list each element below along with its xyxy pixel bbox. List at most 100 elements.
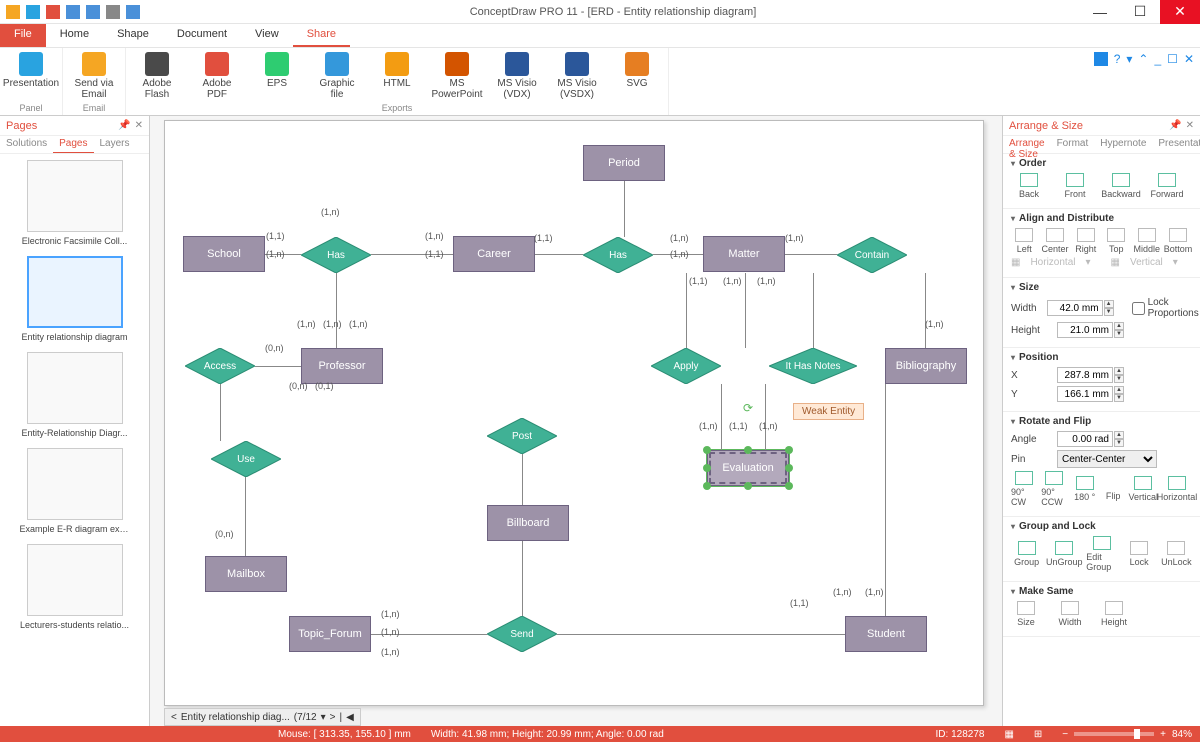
entity-period[interactable]: Period bbox=[583, 145, 665, 181]
zoom-out-icon[interactable]: − bbox=[1062, 729, 1068, 740]
zoom-in-icon[interactable]: + bbox=[1160, 729, 1166, 740]
entity-bibliography[interactable]: Bibliography bbox=[885, 348, 967, 384]
align-bottom-button[interactable]: Bottom bbox=[1164, 228, 1192, 254]
width-input[interactable] bbox=[1047, 300, 1103, 316]
distribute-horizontal[interactable]: Horizontal bbox=[1030, 257, 1075, 268]
align-right-button[interactable]: Right bbox=[1073, 228, 1099, 254]
lock-proportions-checkbox[interactable]: Lock Proportions bbox=[1132, 297, 1199, 319]
entity-evaluation[interactable]: Evaluation bbox=[707, 450, 789, 486]
ribbon-min-icon[interactable]: _ bbox=[1154, 52, 1161, 66]
section-title-rotate[interactable]: Rotate and Flip bbox=[1011, 416, 1192, 427]
ribbon-close-icon[interactable]: ✕ bbox=[1184, 52, 1194, 66]
rel-has1[interactable]: Has bbox=[301, 237, 371, 273]
tab-next-icon[interactable]: > bbox=[330, 712, 336, 723]
entity-billboard[interactable]: Billboard bbox=[487, 505, 569, 541]
edit-group-button[interactable]: Edit Group bbox=[1086, 536, 1117, 572]
maximize-button[interactable]: ☐ bbox=[1120, 0, 1160, 24]
unlock-button[interactable]: UnLock bbox=[1161, 541, 1192, 567]
tab-file[interactable]: File bbox=[0, 24, 46, 47]
align-center-button[interactable]: Center bbox=[1041, 228, 1068, 254]
panel-close-icon[interactable]: ✕ bbox=[135, 120, 143, 131]
panel-close-icon[interactable]: ✕ bbox=[1186, 120, 1194, 131]
section-title-size[interactable]: Size bbox=[1011, 282, 1192, 293]
pin-select[interactable]: Center-Center bbox=[1057, 450, 1157, 468]
order-front-button[interactable]: Front bbox=[1057, 173, 1093, 199]
order-back-button[interactable]: Back bbox=[1011, 173, 1047, 199]
zoom-control[interactable]: − + 84% bbox=[1062, 729, 1192, 740]
page-thumb-1[interactable]: Entity relationship diagram bbox=[27, 256, 123, 342]
page-thumbnails[interactable]: Electronic Facsimile Coll... Entity rela… bbox=[0, 154, 149, 726]
ribbon-dropdown-icon[interactable]: ▾ bbox=[1126, 52, 1132, 66]
section-title-make-same[interactable]: Make Same bbox=[1011, 586, 1192, 597]
close-button[interactable]: ✕ bbox=[1160, 0, 1200, 24]
spin-down-icon[interactable]: ▼ bbox=[1104, 308, 1114, 316]
order-backward-button[interactable]: Backward bbox=[1103, 173, 1139, 199]
canvas-tab-name[interactable]: Entity relationship diag... bbox=[181, 712, 290, 723]
subtab-layers[interactable]: Layers bbox=[94, 136, 136, 153]
align-left-button[interactable]: Left bbox=[1011, 228, 1037, 254]
flip-horizontal-button[interactable]: Horizontal bbox=[1162, 476, 1192, 502]
help-icon[interactable]: ? bbox=[1114, 52, 1121, 66]
scroll-left-icon[interactable]: ◀ bbox=[346, 712, 354, 723]
order-forward-button[interactable]: Forward bbox=[1149, 173, 1185, 199]
align-middle-button[interactable]: Middle bbox=[1133, 228, 1160, 254]
ribbon-collapse-icon[interactable]: ⌃ bbox=[1138, 52, 1148, 66]
subtab-format[interactable]: Format bbox=[1051, 136, 1095, 153]
export-flash-button[interactable]: Adobe Flash bbox=[132, 50, 182, 103]
rel-use[interactable]: Use bbox=[211, 441, 281, 477]
section-title-align[interactable]: Align and Distribute bbox=[1011, 213, 1192, 224]
status-grid-icon[interactable]: ⊞ bbox=[1034, 729, 1042, 740]
rel-contain[interactable]: Contain bbox=[837, 237, 907, 273]
rotate-90cw-button[interactable]: 90° CW bbox=[1011, 471, 1037, 507]
qat-search-icon[interactable] bbox=[126, 5, 140, 19]
make-same-width-button[interactable]: Width bbox=[1055, 601, 1085, 627]
height-input[interactable] bbox=[1057, 322, 1113, 338]
tab-prev-icon[interactable]: < bbox=[171, 712, 177, 723]
subtab-pages[interactable]: Pages bbox=[53, 136, 93, 153]
group-button[interactable]: Group bbox=[1011, 541, 1042, 567]
rotate-90ccw-button[interactable]: 90° CCW bbox=[1041, 471, 1067, 507]
section-title-position[interactable]: Position bbox=[1011, 352, 1192, 363]
export-pdf-button[interactable]: Adobe PDF bbox=[192, 50, 242, 103]
entity-school[interactable]: School bbox=[183, 236, 265, 272]
tab-dropdown-icon[interactable]: ▾ bbox=[321, 712, 326, 723]
ribbon-max-icon[interactable]: ☐ bbox=[1167, 52, 1178, 66]
qat-print-icon[interactable] bbox=[106, 5, 120, 19]
page-thumb-0[interactable]: Electronic Facsimile Coll... bbox=[27, 160, 123, 246]
tab-shape[interactable]: Shape bbox=[103, 24, 163, 47]
export-ppt-button[interactable]: MS PowerPoint bbox=[432, 50, 482, 103]
qat-redo-icon[interactable] bbox=[86, 5, 100, 19]
section-title-order[interactable]: Order bbox=[1011, 158, 1192, 169]
rel-send[interactable]: Send bbox=[487, 616, 557, 652]
section-title-group[interactable]: Group and Lock bbox=[1011, 521, 1192, 532]
entity-topic-forum[interactable]: Topic_Forum bbox=[289, 616, 371, 652]
ribbon-app-icon[interactable] bbox=[1094, 52, 1108, 66]
canvas-wrap[interactable]: Period School Career Matter Has Has Cont… bbox=[150, 116, 1002, 726]
align-top-button[interactable]: Top bbox=[1103, 228, 1129, 254]
ungroup-button[interactable]: UnGroup bbox=[1048, 541, 1080, 567]
minimize-button[interactable]: — bbox=[1080, 0, 1120, 24]
subtab-presentation[interactable]: Presentation bbox=[1152, 136, 1200, 153]
x-input[interactable] bbox=[1057, 367, 1113, 383]
tab-share[interactable]: Share bbox=[293, 24, 350, 47]
export-eps-button[interactable]: EPS bbox=[252, 50, 302, 103]
pin-icon[interactable]: 📌 bbox=[1169, 120, 1181, 131]
status-snap-icon[interactable]: ▦ bbox=[1004, 729, 1013, 740]
rel-access[interactable]: Access bbox=[185, 348, 255, 384]
make-same-height-button[interactable]: Height bbox=[1099, 601, 1129, 627]
entity-student[interactable]: Student bbox=[845, 616, 927, 652]
rel-ithasnotes[interactable]: It Has Notes bbox=[769, 348, 857, 384]
tab-document[interactable]: Document bbox=[163, 24, 241, 47]
page-thumb-4[interactable]: Lecturers-students relatio... bbox=[27, 544, 123, 630]
qat-undo-icon[interactable] bbox=[66, 5, 80, 19]
angle-input[interactable] bbox=[1057, 431, 1113, 447]
rel-apply[interactable]: Apply bbox=[651, 348, 721, 384]
page-thumb-2[interactable]: Entity-Relationship Diagr... bbox=[27, 352, 123, 438]
subtab-solutions[interactable]: Solutions bbox=[0, 136, 53, 153]
export-vdx-button[interactable]: MS Visio (VDX) bbox=[492, 50, 542, 103]
qat-open-icon[interactable] bbox=[46, 5, 60, 19]
pin-icon[interactable]: 📌 bbox=[118, 120, 130, 131]
rotate-180-button[interactable]: 180 ° bbox=[1072, 476, 1098, 502]
export-html-button[interactable]: HTML bbox=[372, 50, 422, 103]
send-via-email-button[interactable]: Send via Email bbox=[69, 50, 119, 103]
